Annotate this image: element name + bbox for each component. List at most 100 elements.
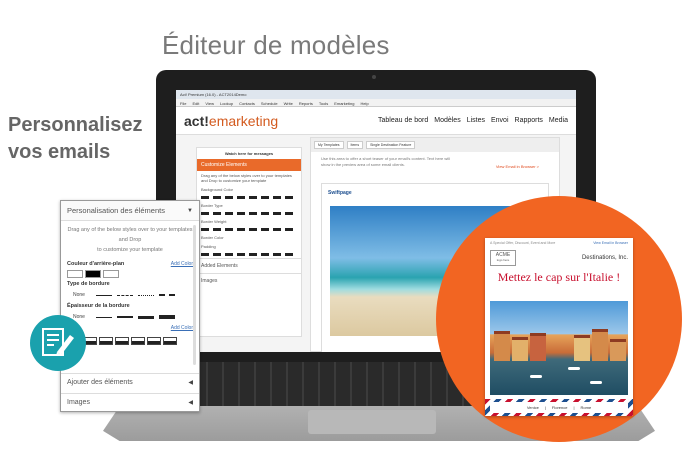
company-name: Destinations, Inc. bbox=[581, 255, 628, 261]
nav-reports[interactable]: Rapports bbox=[515, 117, 543, 124]
padding-option[interactable] bbox=[147, 337, 161, 345]
panel-desc-line-1: Drag any of the below styles over to you… bbox=[67, 227, 193, 243]
add-border-color-link[interactable]: Add Color bbox=[171, 325, 193, 331]
swatch-white[interactable] bbox=[67, 270, 83, 278]
padding-option[interactable] bbox=[99, 337, 113, 345]
accordion-add-elements-label: Ajouter des éléments bbox=[67, 379, 133, 386]
row-border-weight: Border Weight bbox=[201, 219, 227, 224]
menu-tools[interactable]: Tools bbox=[319, 101, 328, 106]
row-border-type: Border Type bbox=[201, 203, 223, 208]
accordion-images[interactable]: Images ◀ bbox=[61, 393, 199, 411]
customize-elements-header[interactable]: Customize Elements bbox=[197, 159, 301, 171]
crumb-current[interactable]: Single Destination Feature bbox=[366, 141, 416, 149]
footer-separator: | bbox=[544, 405, 546, 410]
border-type-strip[interactable] bbox=[201, 212, 297, 215]
add-color-link[interactable]: Add Color bbox=[171, 261, 193, 267]
editor-sidebar: Watch here for messages Customize Elemen… bbox=[196, 147, 302, 337]
nav-media[interactable]: Media bbox=[549, 117, 568, 124]
breadcrumb: My Templates Items Single Destination Fe… bbox=[311, 138, 559, 152]
card-headline: Mettez le cap sur l'Italie ! bbox=[497, 270, 621, 284]
weight-4-option[interactable] bbox=[158, 315, 175, 319]
border-dashed-option[interactable] bbox=[116, 294, 133, 296]
laptop-touchpad bbox=[308, 410, 436, 434]
view-in-browser-link[interactable]: View Email in Browser > bbox=[496, 164, 539, 169]
menu-help[interactable]: Help bbox=[360, 101, 368, 106]
sidebar-message-header: Watch here for messages bbox=[224, 151, 274, 156]
crumb-my-templates[interactable]: My Templates bbox=[314, 141, 344, 149]
card-footer: Venice | Florence | Rome bbox=[485, 399, 633, 416]
menu-view[interactable]: View bbox=[205, 101, 214, 106]
tagline: Personnalisez vos emails bbox=[8, 112, 143, 166]
card-view-browser-link[interactable]: View Email in Browser bbox=[593, 241, 628, 245]
nav-templates[interactable]: Modèles bbox=[434, 117, 460, 124]
card-top-links: A Special Offer, Discount, Event and Mor… bbox=[485, 238, 633, 248]
customize-description: Drag any of the below styles over to you… bbox=[201, 173, 292, 183]
crumb-items[interactable]: Items bbox=[346, 141, 364, 149]
bg-color-label: Couleur d'arrière-plan bbox=[67, 261, 125, 267]
menu-lookup[interactable]: Lookup bbox=[220, 101, 233, 106]
accordion-added-elements[interactable]: Added Elements bbox=[197, 258, 301, 273]
building bbox=[494, 331, 510, 361]
row-padding: Padding bbox=[201, 244, 216, 249]
menu-emarketing[interactable]: Emarketing bbox=[334, 101, 354, 106]
menu-write[interactable]: Write bbox=[284, 101, 293, 106]
border-weight-strip[interactable] bbox=[201, 228, 297, 231]
footer-link-florence[interactable]: Florence bbox=[552, 405, 568, 410]
building bbox=[512, 337, 528, 361]
panel-scrollbar[interactable] bbox=[193, 225, 196, 365]
email-brand: Swiftpage bbox=[328, 190, 352, 196]
padding-strip[interactable] bbox=[201, 253, 297, 256]
customize-elements-panel: Personalisation des éléments ▼ Drag any … bbox=[60, 200, 200, 412]
footer-link-venice[interactable]: Venice bbox=[527, 405, 539, 410]
row-background-color: Background Color bbox=[201, 187, 234, 192]
border-weight-options: None bbox=[61, 311, 199, 323]
swatch-black[interactable] bbox=[85, 270, 101, 278]
caret-down-icon[interactable]: ▼ bbox=[187, 208, 193, 214]
menu-file[interactable]: File bbox=[180, 101, 186, 106]
bg-color-row: Couleur d'arrière-plan Add Color bbox=[61, 259, 199, 269]
border-dotted-option[interactable] bbox=[137, 294, 154, 296]
border-type-row: Type de bordure bbox=[61, 279, 199, 289]
border-type-none[interactable]: None bbox=[67, 291, 91, 299]
row-border-color: Border Color bbox=[201, 235, 224, 240]
color-swatches bbox=[61, 269, 199, 279]
menu-schedule[interactable]: Schedule bbox=[261, 101, 278, 106]
swatch-strip[interactable] bbox=[201, 196, 297, 199]
panel-desc-line-2: to customize your template bbox=[97, 247, 163, 253]
border-double-option[interactable] bbox=[158, 294, 175, 296]
footer-separator: | bbox=[573, 405, 575, 410]
card-header: ACME logo here Destinations, Inc. bbox=[485, 248, 633, 268]
padding-option[interactable] bbox=[163, 337, 177, 345]
building bbox=[610, 339, 626, 361]
padding-option[interactable] bbox=[115, 337, 129, 345]
main-nav: Tableau de bord Modèles Listes Envoi Rap… bbox=[378, 117, 568, 124]
nav-send[interactable]: Envoi bbox=[491, 117, 509, 124]
footer-link-rome[interactable]: Rome bbox=[581, 405, 592, 410]
menu-reports[interactable]: Reports bbox=[299, 101, 313, 106]
weight-1-option[interactable] bbox=[95, 316, 112, 318]
border-solid-option[interactable] bbox=[95, 294, 112, 296]
border-type-options: None bbox=[61, 289, 199, 301]
weight-2-option[interactable] bbox=[116, 316, 133, 318]
swatch-empty[interactable] bbox=[103, 270, 119, 278]
panel-header[interactable]: Personalisation des éléments ▼ bbox=[61, 201, 199, 221]
company-logo: ACME logo here bbox=[490, 250, 516, 266]
caret-left-icon: ◀ bbox=[188, 400, 193, 406]
card-teaser: A Special Offer, Discount, Event and Mor… bbox=[490, 241, 556, 245]
window-title: Act! Premium (16.0) - ACT2014Demo bbox=[176, 90, 576, 99]
menu-edit[interactable]: Edit bbox=[192, 101, 199, 106]
menu-contacts[interactable]: Contacts bbox=[239, 101, 255, 106]
accordion-images[interactable]: Images bbox=[197, 273, 301, 288]
padding-option[interactable] bbox=[131, 337, 145, 345]
nav-dashboard[interactable]: Tableau de bord bbox=[378, 117, 428, 124]
accordion-add-elements[interactable]: Ajouter des éléments ◀ bbox=[61, 373, 199, 391]
building bbox=[574, 335, 590, 361]
boat bbox=[590, 381, 602, 384]
weight-3-option[interactable] bbox=[137, 315, 154, 319]
teaser-note[interactable]: Use this area to offer a short teaser of… bbox=[311, 152, 461, 172]
caret-left-icon: ◀ bbox=[188, 380, 193, 386]
boat bbox=[568, 367, 580, 370]
panel-title: Personalisation des éléments bbox=[67, 206, 165, 215]
nav-lists[interactable]: Listes bbox=[467, 117, 485, 124]
window-menu-bar: File Edit View Lookup Contacts Schedule … bbox=[176, 99, 576, 107]
